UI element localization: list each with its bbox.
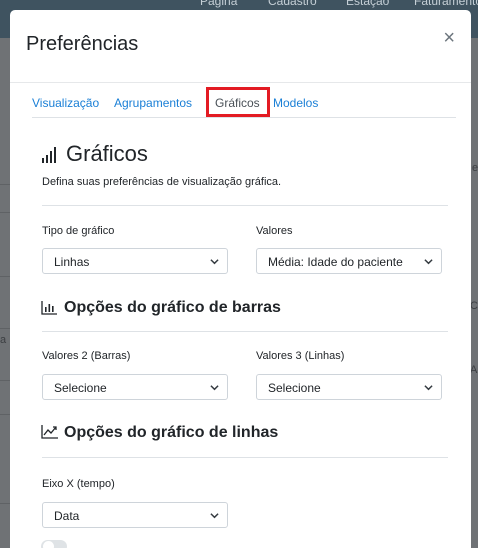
preferences-modal: Preferências × Visualização Agrupamentos… [10, 10, 471, 548]
nav-item-cadastro[interactable]: Cadastro [268, 0, 317, 8]
nav-item-pagina[interactable]: Página [200, 0, 237, 8]
valores2-value: Selecione [54, 381, 107, 395]
tab-modelos[interactable]: Modelos [273, 96, 318, 110]
bg-divider [0, 503, 10, 504]
linhas-title: Opções do gráfico de linhas [64, 424, 279, 441]
chevron-down-icon [424, 385, 433, 391]
tab-agrupamentos[interactable]: Agrupamentos [114, 96, 192, 110]
nav-item-faturamento[interactable]: Faturamento [414, 0, 478, 8]
tipo-grafico-value: Linhas [54, 255, 90, 269]
graficos-title: Gráficos [66, 141, 148, 166]
valores3-select[interactable]: Selecione [256, 374, 442, 400]
bg-divider [0, 328, 10, 329]
valores-value: Média: Idade do paciente [268, 255, 403, 269]
valores-select[interactable]: Média: Idade do paciente [256, 248, 442, 274]
valores3-value: Selecione [268, 381, 321, 395]
tipo-grafico-select[interactable]: Linhas [42, 248, 228, 274]
chevron-down-icon [210, 513, 219, 519]
eixo-x-value: Data [54, 509, 80, 523]
eixo-x-label: Eixo X (tempo) [42, 478, 115, 490]
active-tab-highlight [206, 87, 270, 117]
bg-text-fragment: Ca [470, 300, 478, 312]
valores-label: Valores [256, 225, 293, 237]
line-chart-icon [41, 424, 59, 444]
eixo-x-select[interactable]: Data [42, 502, 228, 528]
bg-divider [0, 380, 10, 381]
modal-title: Preferências [26, 33, 139, 55]
bg-divider [0, 212, 10, 213]
close-button[interactable]: × [443, 28, 455, 48]
header-divider [10, 82, 471, 83]
section-divider [42, 331, 448, 332]
section-divider [42, 457, 448, 458]
barras-title: Opções do gráfico de barras [64, 299, 281, 316]
valores2-label: Valores 2 (Barras) [42, 350, 131, 362]
bg-text-fragment: a [0, 334, 7, 346]
bg-divider [0, 276, 10, 277]
nav-item-estacao[interactable]: Estação [346, 0, 389, 8]
toggle-knob [43, 541, 54, 548]
bg-divider [0, 184, 10, 185]
bar-chart-icon [41, 300, 58, 320]
bg-divider [0, 414, 10, 415]
tabs-divider [32, 117, 456, 118]
graficos-description: Defina suas preferências de visualização… [42, 176, 282, 188]
chevron-down-icon [424, 259, 433, 265]
chevron-down-icon [210, 385, 219, 391]
tipo-grafico-label: Tipo de gráfico [42, 225, 115, 237]
valores2-select[interactable]: Selecione [42, 374, 228, 400]
bar-signal-icon [41, 146, 61, 169]
bg-text-fragment: Al [470, 364, 478, 376]
bg-text-fragment: e [472, 162, 478, 174]
tab-visualizacao[interactable]: Visualização [32, 96, 99, 110]
chevron-down-icon [210, 259, 219, 265]
section-divider [42, 205, 448, 206]
valores3-label: Valores 3 (Linhas) [256, 350, 345, 362]
